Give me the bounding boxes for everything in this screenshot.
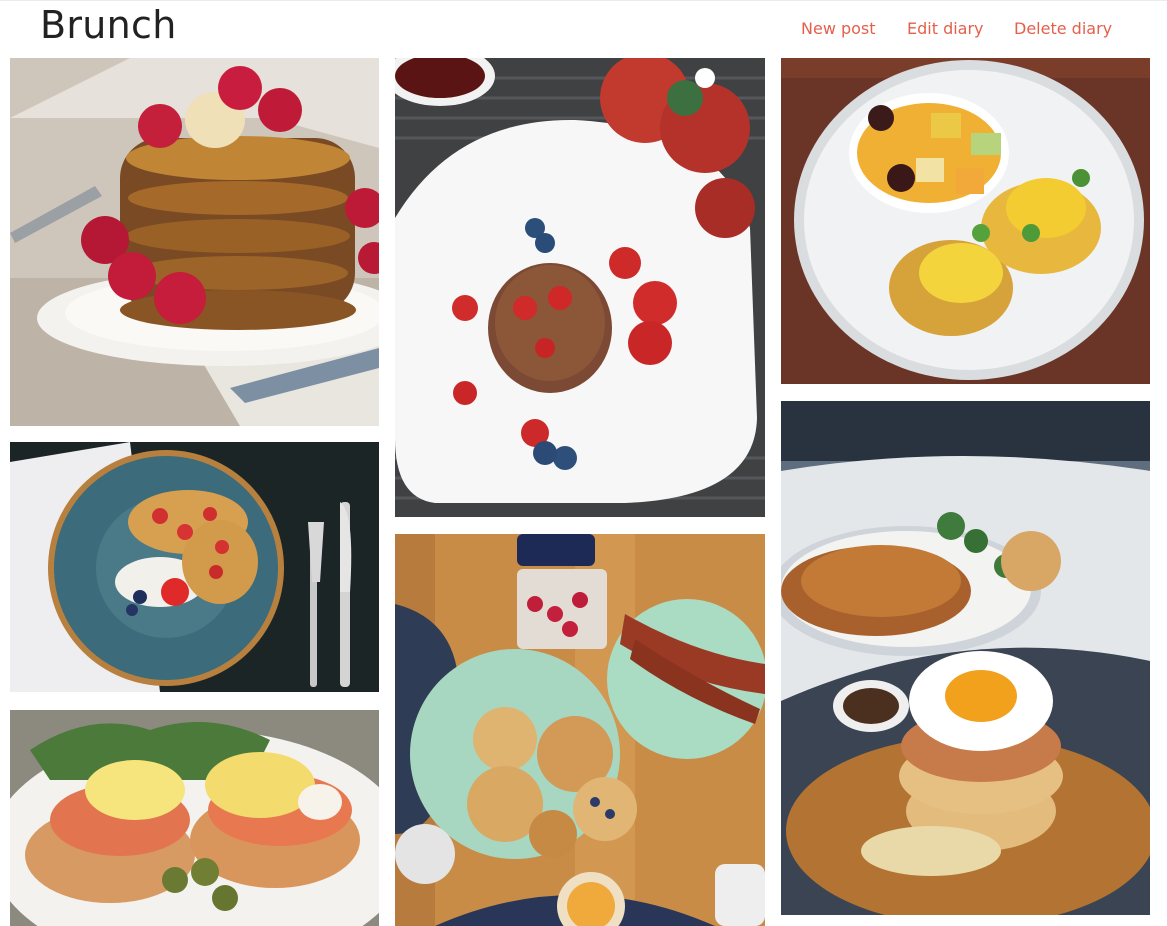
diary-title: Brunch — [40, 3, 177, 47]
strawberry-pancake-plate-image — [395, 58, 765, 517]
croissant-pancake-egg-image — [781, 401, 1150, 915]
photo-croissant-pancake-egg[interactable] — [781, 401, 1150, 915]
photo-salmon-eggs-benedict[interactable] — [10, 710, 379, 926]
photo-fruit-eggs-benedict[interactable] — [781, 58, 1150, 384]
page-header: Brunch New post Edit diary Delete diary — [0, 0, 1167, 54]
edit-diary-link[interactable]: Edit diary — [907, 18, 984, 40]
photo-raspberry-pancakes[interactable] — [10, 58, 379, 426]
pancakes-bacon-table-image — [395, 534, 765, 926]
photo-pancakes-bacon-table[interactable] — [395, 534, 765, 926]
fruit-eggs-benedict-image — [781, 58, 1150, 384]
photo-blue-plate-pancakes[interactable] — [10, 442, 379, 692]
salmon-eggs-benedict-image — [10, 710, 379, 926]
blue-plate-pancakes-image — [10, 442, 379, 692]
photo-strawberry-pancake-plate[interactable] — [395, 58, 765, 517]
delete-diary-link[interactable]: Delete diary — [1014, 18, 1112, 40]
new-post-link[interactable]: New post — [801, 18, 876, 40]
raspberry-pancakes-image — [10, 58, 379, 426]
